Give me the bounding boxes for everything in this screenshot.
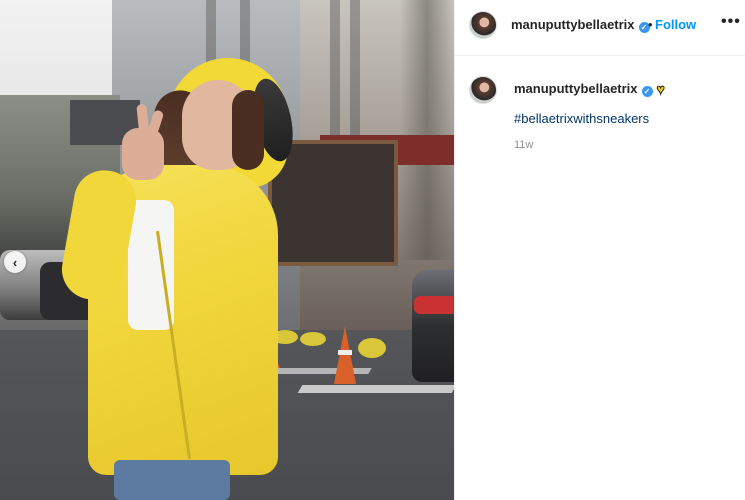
author-avatar[interactable]: [469, 11, 497, 39]
author-username-text[interactable]: manuputtybellaetrix: [511, 17, 635, 32]
photo-barrier: [300, 332, 326, 346]
more-horizontal-icon[interactable]: •••: [721, 13, 741, 31]
post-header: manuputtybellaetrix ✓ • Follow •••: [455, 0, 745, 56]
yellow-heart-icon: ♥: [656, 81, 665, 98]
header-separator: •: [648, 17, 653, 32]
photo-traffic-cone: [334, 326, 356, 384]
photo-window-column: [350, 0, 360, 150]
post-photo[interactable]: ‹: [0, 0, 454, 500]
caption-username-text[interactable]: manuputtybellaetrix: [514, 81, 638, 96]
caption-hashtag-link[interactable]: #bellaetrixwithsneakers: [514, 111, 649, 126]
post-timestamp[interactable]: 11w: [514, 139, 533, 151]
photo-jeans: [114, 460, 230, 500]
photo-tree: [400, 0, 454, 260]
photo-road-marking: [297, 385, 454, 393]
chevron-left-icon: ‹: [12, 254, 18, 270]
photo-shop-sign: [268, 140, 398, 266]
author-username[interactable]: manuputtybellaetrix ✓: [511, 17, 650, 33]
verified-badge-icon: ✓: [641, 86, 653, 97]
caption-username[interactable]: manuputtybellaetrix ✓ ♥: [514, 81, 665, 98]
post-side-panel: manuputtybellaetrix ✓ • Follow ••• manupu…: [454, 0, 745, 500]
carousel-prev-button[interactable]: ‹: [4, 251, 26, 273]
photo-car-right: [412, 270, 454, 382]
photo-window-column: [330, 0, 340, 150]
photo-hair: [232, 90, 264, 170]
photo-car-taillight: [414, 296, 454, 314]
photo-cone-stripe: [338, 350, 352, 355]
caption-author-avatar[interactable]: [469, 76, 497, 104]
follow-button[interactable]: Follow: [655, 17, 696, 32]
photo-barrier: [358, 338, 386, 358]
photo-hand: [122, 128, 164, 180]
